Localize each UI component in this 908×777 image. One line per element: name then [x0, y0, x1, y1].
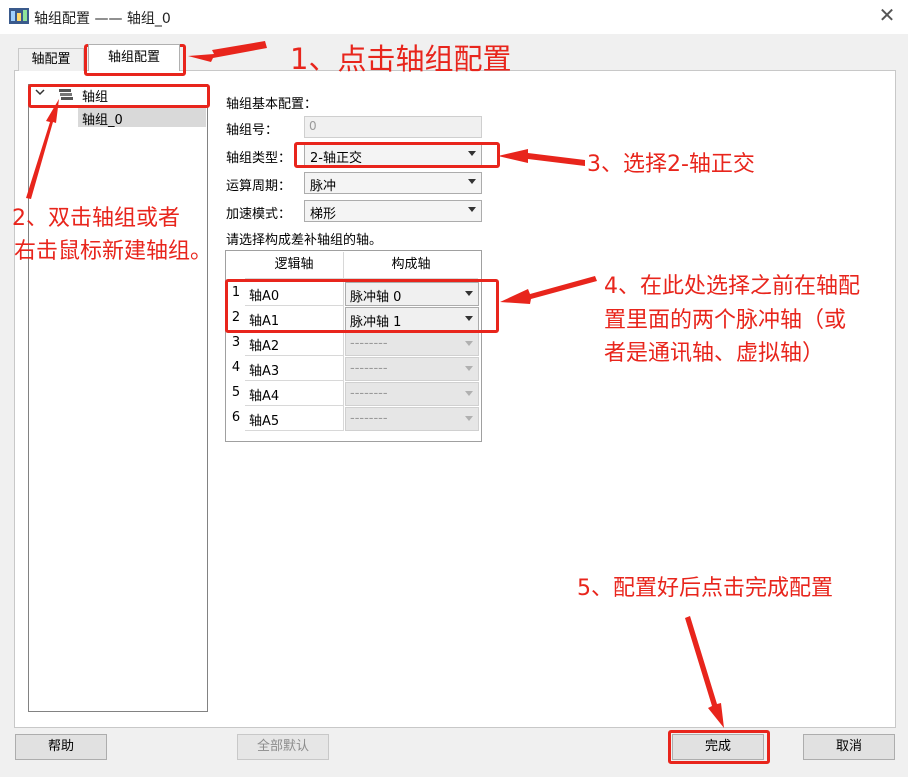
axis-group-tree[interactable] — [28, 84, 208, 712]
group-number-label: 轴组号： — [226, 123, 279, 138]
accel-label: 加速模式： — [226, 207, 292, 222]
row-logic-text: 轴A2 — [249, 339, 280, 354]
accel-select[interactable]: 梯形 — [304, 200, 482, 222]
row-logic-text: 轴A4 — [249, 389, 280, 404]
row-axis-value: -------- — [350, 336, 388, 351]
annotation-step2-line2: 右击鼠标新建轴组。 — [14, 239, 213, 264]
dropdown-arrow-icon — [465, 416, 473, 421]
row-number: 4 — [231, 360, 241, 375]
cycle-value: 脉冲 — [310, 179, 337, 194]
highlight-axis-rows — [225, 279, 499, 333]
group-number-value: 0 — [309, 119, 317, 133]
row-number: 6 — [231, 410, 241, 425]
highlight-group-type — [294, 142, 500, 168]
tab-axis-config[interactable]: 轴配置 — [18, 48, 84, 71]
row-logic-text: 轴A3 — [249, 364, 280, 379]
row-axis-value: -------- — [350, 361, 388, 376]
row-axis-select: -------- — [345, 332, 479, 356]
row-logic-axis: 轴A5 — [245, 406, 344, 431]
annotation-step4-line3: 者是通讯轴、虚拟轴） — [604, 341, 825, 366]
row-number: 3 — [231, 335, 241, 350]
highlight-finish — [668, 730, 770, 764]
row-axis-value: -------- — [350, 411, 388, 426]
annotation-step2-line1: 2、双击轴组或者 — [12, 206, 180, 231]
row-axis-select: -------- — [345, 357, 479, 381]
close-icon[interactable]: ✕ — [876, 4, 898, 26]
cancel-button[interactable]: 取消 — [803, 734, 895, 760]
annotation-step5: 5、配置好后点击完成配置 — [577, 576, 833, 601]
annotation-step4-line2: 置里面的两个脉冲轴（或 — [604, 308, 847, 333]
group-number-field — [304, 116, 482, 138]
tab-axis-group-config[interactable]: 轴组配置 — [88, 44, 180, 71]
row-axis-select: -------- — [345, 407, 479, 431]
annotation-step4-line1: 4、在此处选择之前在轴配 — [604, 274, 860, 299]
arrow-to-tab — [188, 41, 267, 62]
annotation-step3: 3、选择2-轴正交 — [587, 152, 755, 177]
row-logic-axis: 轴A4 — [245, 381, 344, 406]
window-title: 轴组配置 —— 轴组_0 — [34, 11, 171, 27]
cycle-label: 运算周期： — [226, 179, 292, 194]
dropdown-arrow-icon — [465, 391, 473, 396]
cycle-select[interactable]: 脉冲 — [304, 172, 482, 194]
row-number: 5 — [231, 385, 241, 400]
dropdown-arrow-icon — [465, 341, 473, 346]
dropdown-arrow-icon — [468, 179, 476, 184]
grid-header-axis: 构成轴 — [344, 252, 478, 279]
help-button[interactable]: 帮助 — [15, 734, 107, 760]
annotation-step1: 1、点击轴组配置 — [290, 42, 512, 76]
highlight-tree-root — [28, 84, 210, 108]
row-axis-value: -------- — [350, 386, 388, 401]
dropdown-arrow-icon — [465, 366, 473, 371]
section-label: 轴组基本配置： — [226, 97, 318, 112]
accel-value: 梯形 — [310, 207, 337, 222]
reset-all-button: 全部默认 — [237, 734, 329, 760]
group-type-label: 轴组类型： — [226, 151, 292, 166]
row-axis-select: -------- — [345, 382, 479, 406]
hint-text: 请选择构成差补轴组的轴。 — [226, 233, 383, 248]
row-logic-text: 轴A5 — [249, 414, 280, 429]
tree-item-axis-group-0[interactable]: 轴组_0 — [82, 109, 123, 128]
app-icon — [9, 8, 29, 24]
row-logic-axis: 轴A3 — [245, 356, 344, 381]
grid-header-logic: 逻辑轴 — [245, 252, 344, 279]
row-logic-axis: 轴A2 — [245, 331, 344, 356]
dropdown-arrow-icon — [468, 207, 476, 212]
